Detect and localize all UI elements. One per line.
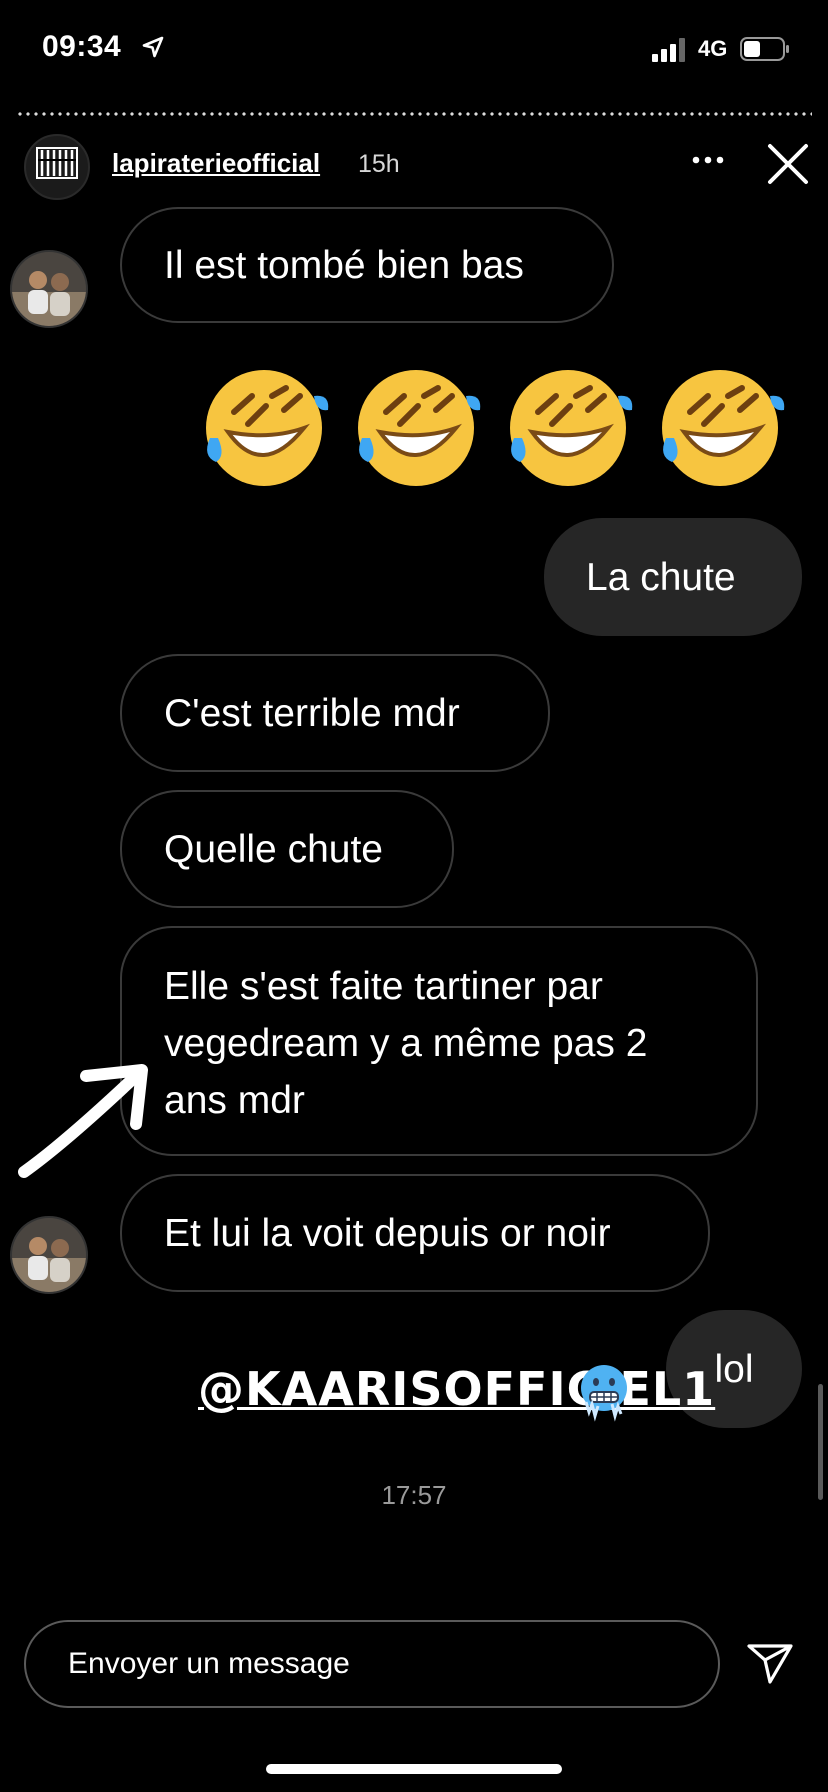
signal-bars-icon	[652, 38, 685, 62]
message-bubble-received[interactable]: C'est terrible mdr	[120, 654, 550, 772]
gooba-logo-icon	[36, 147, 78, 179]
message-bubble-sent[interactable]: La chute	[544, 518, 802, 636]
send-icon[interactable]	[746, 1642, 794, 1686]
more-options-icon[interactable]	[690, 154, 726, 166]
arrow-sticker-icon	[18, 1064, 148, 1178]
story-avatar-logo[interactable]	[24, 134, 90, 200]
sender-photo-icon	[12, 252, 86, 326]
scrollbar[interactable]	[818, 1384, 823, 1500]
story-username[interactable]: lapiraterieofficial	[112, 148, 320, 179]
sender-avatar[interactable]	[10, 250, 88, 328]
message-input[interactable]: Envoyer un message	[24, 1620, 720, 1708]
network-type: 4G	[698, 36, 728, 61]
close-icon[interactable]	[766, 142, 810, 186]
mention-sticker[interactable]: @KAARISOFFICIEL1	[198, 1362, 715, 1416]
rofl-emoji-icon	[358, 370, 481, 486]
rofl-emoji-icon	[510, 370, 633, 486]
story-progress-bar	[16, 112, 812, 116]
status-time: 09:34	[42, 30, 122, 63]
message-bubble-received[interactable]: Quelle chute	[120, 790, 454, 908]
story-age: 15h	[358, 150, 400, 178]
sender-avatar[interactable]	[10, 1216, 88, 1294]
message-bubble-received[interactable]: Elle s'est faite tartiner par vegedream …	[120, 926, 758, 1156]
message-bubble-received[interactable]: Et lui la voit depuis or noir	[120, 1174, 710, 1292]
rofl-emoji-icon	[206, 370, 329, 486]
message-emoji-row[interactable]	[200, 362, 796, 496]
home-indicator[interactable]	[266, 1764, 562, 1774]
mention-text: @KAARISOFFICIEL1	[198, 1362, 716, 1416]
battery-icon	[740, 37, 789, 61]
cold-face-emoji-icon	[581, 1365, 627, 1422]
message-bubble-received[interactable]: Il est tombé bien bas	[120, 207, 614, 323]
location-arrow-icon	[142, 36, 164, 58]
rofl-emoji-icon	[662, 370, 785, 486]
story-reply-timestamp: 17:57	[381, 1480, 447, 1510]
sender-photo-icon	[12, 1218, 86, 1292]
